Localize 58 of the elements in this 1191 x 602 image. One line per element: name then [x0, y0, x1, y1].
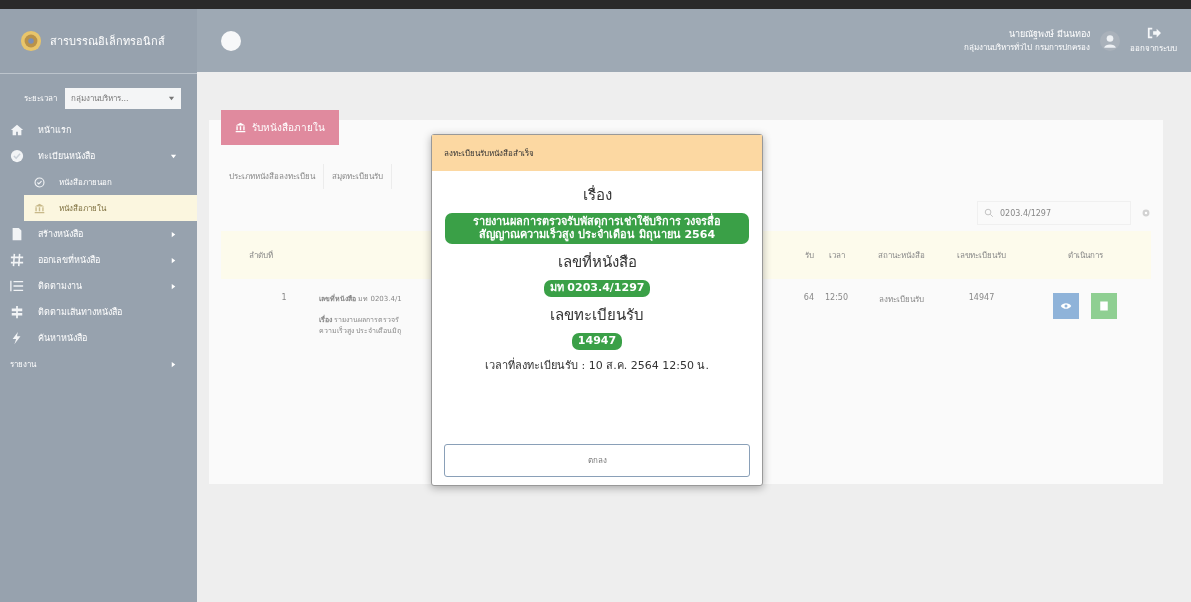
ok-button[interactable]: ตกลง: [444, 444, 750, 477]
hash-icon: [10, 253, 24, 267]
view-button[interactable]: [1053, 293, 1079, 319]
app-title: สารบรรณอิเล็กทรอนิกส์: [50, 33, 165, 50]
user-role: กลุ่มงานบริหารทั่วไป กรมการปกครอง: [964, 41, 1090, 54]
logout-button[interactable]: ออกจากระบบ: [1130, 26, 1177, 55]
column-header: สถานะหนังสือ: [877, 249, 926, 262]
column-header: เวลา: [827, 249, 846, 262]
sidebar-item[interactable]: ติดตามงาน: [0, 273, 197, 299]
table-cell-text: ลงทะเบียนรับ: [878, 294, 925, 306]
avatar-icon[interactable]: [1100, 30, 1120, 51]
table-cell-text: 14947: [967, 293, 996, 302]
field-heading: เรื่อง: [582, 184, 612, 206]
column-header: เลขทะเบียนรับ: [956, 249, 1007, 262]
settings-icon[interactable]: [1141, 208, 1151, 218]
registration-time: เวลาที่ลงทะเบียนรับ : 10 ส.ค. 2564 12:50 น.: [485, 356, 709, 374]
document-button[interactable]: [1091, 293, 1117, 319]
sidebar-item[interactable]: ติดตามเส้นทางหนังสือ: [0, 299, 197, 325]
sidebar-item[interactable]: ทะเบียนหนังสือ: [0, 143, 197, 169]
table-cell-text: 12:50: [823, 293, 850, 302]
field-heading: เลขที่หนังสือ: [557, 251, 637, 274]
field-heading: เลขทะเบียนรับ: [550, 304, 644, 326]
registration-number-badge: 14947: [571, 332, 623, 350]
seal-logo-icon: [20, 30, 42, 52]
sidebar-item[interactable]: ค้นหาหนังสือ: [0, 325, 197, 351]
modal-title: ลงทะเบียนรับหนังสือสำเร็จ: [444, 147, 534, 160]
signpost-icon: [10, 305, 24, 319]
document-number-badge: มท 0203.4/1297: [543, 280, 651, 297]
submenu-item[interactable]: หนังสือภายนอก: [24, 169, 197, 195]
bank-icon: [235, 122, 246, 133]
page-title-button[interactable]: รับหนังสือภายใน: [221, 110, 339, 145]
caret-icon: [168, 95, 175, 102]
sidebar-item[interactable]: สร้างหนังสือ: [0, 221, 197, 247]
column-header: ลำดับที่: [249, 249, 274, 262]
check-circle-icon: [10, 149, 24, 163]
filter-select[interactable]: กลุ่มงานบริหาร...: [65, 88, 181, 109]
tab[interactable]: ประเภทหนังสือลงทะเบียน: [221, 164, 324, 189]
bank-icon: [34, 202, 45, 214]
search-icon: [984, 208, 994, 218]
sidebar-item[interactable]: รายงาน: [0, 351, 197, 377]
home-icon: [10, 123, 24, 137]
tab[interactable]: สมุดทะเบียนรับ: [324, 164, 392, 189]
submenu-item[interactable]: หนังสือภายใน: [24, 195, 197, 221]
sidebar-item[interactable]: หน้าแรก: [0, 117, 197, 143]
search-field[interactable]: 0203.4/1297: [977, 201, 1131, 225]
filter-label: ระยะเวลา: [24, 93, 57, 105]
table-cell-text: 64: [802, 293, 814, 302]
info-button[interactable]: [221, 30, 241, 51]
logout-icon: [1146, 26, 1161, 40]
user-name: นายณัฐพงษ์ มีนนทอง: [1009, 28, 1090, 41]
column-header: ดำเนินการ: [1066, 249, 1104, 262]
subject-badge: รายงานผลการตรวจรับพัสดุการเช่าใช้บริการ วงจรสื่อสัญญาณความเร็วสูง ประจำเดือน มิถุนายน 2564: [445, 213, 749, 245]
eye-icon: [1060, 300, 1072, 312]
column-header: รับ: [804, 249, 814, 262]
table-cell-text: 1: [280, 293, 288, 302]
check-circle-icon: [34, 176, 45, 188]
sidebar-item[interactable]: ออกเลขที่หนังสือ: [0, 247, 197, 273]
list-icon: [10, 279, 24, 293]
